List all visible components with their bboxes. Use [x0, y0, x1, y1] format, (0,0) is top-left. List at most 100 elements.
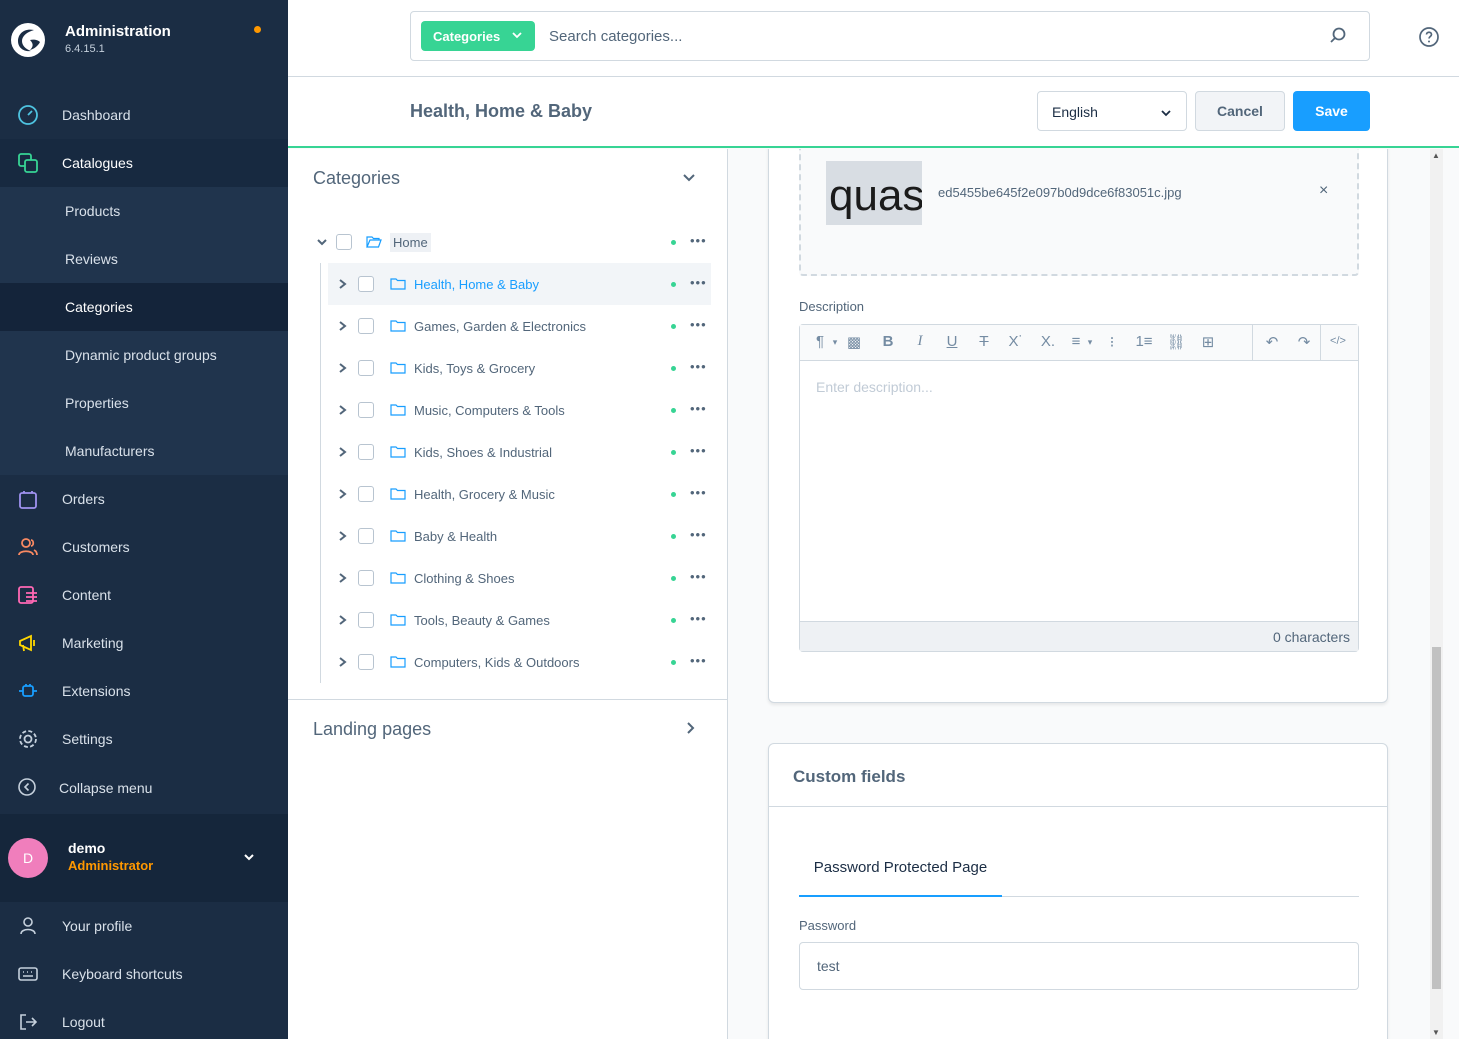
more-options-icon[interactable]: •••	[690, 275, 707, 290]
description-placeholder[interactable]: Enter description...	[816, 379, 933, 395]
notification-dot[interactable]	[254, 26, 261, 33]
tree-checkbox[interactable]	[358, 318, 374, 334]
sidebar-item-logout[interactable]: Logout	[0, 998, 288, 1039]
more-options-icon[interactable]: •••	[690, 485, 707, 500]
tree-item[interactable]: Health, Home & Baby •••	[328, 263, 711, 305]
language-select[interactable]: English	[1037, 91, 1187, 131]
sidebar-sub-categories[interactable]: Categories	[0, 283, 288, 331]
redo-icon[interactable]: ↷	[1294, 333, 1314, 351]
link-icon[interactable]: ⛓	[1166, 333, 1186, 351]
sidebar-sub-dynamic-product-groups[interactable]: Dynamic product groups	[0, 331, 288, 379]
chevron-right-icon[interactable]	[338, 488, 352, 500]
sidebar-item-your-profile[interactable]: Your profile	[0, 902, 288, 950]
tree-item[interactable]: Clothing & Shoes •••	[328, 557, 711, 599]
tree-checkbox[interactable]	[358, 654, 374, 670]
undo-icon[interactable]: ↶	[1262, 333, 1282, 351]
sidebar-item-orders[interactable]: Orders	[0, 475, 288, 523]
sidebar-item-dashboard[interactable]: Dashboard	[0, 91, 288, 139]
tree-checkbox[interactable]	[358, 276, 374, 292]
tab-password-protected-page[interactable]: Password Protected Page	[799, 839, 1002, 897]
content-scrollbar[interactable]: ▲ ▼	[1430, 149, 1443, 1039]
sidebar-sub-properties[interactable]: Properties	[0, 379, 288, 427]
search-input[interactable]	[549, 24, 1309, 48]
chevron-right-icon[interactable]	[338, 614, 352, 626]
search-icon[interactable]	[1329, 27, 1347, 48]
tree-checkbox[interactable]	[358, 486, 374, 502]
sidebar-sub-manufacturers[interactable]: Manufacturers	[0, 427, 288, 475]
chevron-right-icon[interactable]	[685, 721, 697, 738]
tree-checkbox[interactable]	[358, 528, 374, 544]
more-options-icon[interactable]: •••	[690, 359, 707, 374]
italic-icon[interactable]: I	[910, 333, 930, 350]
sidebar-item-settings[interactable]: Settings	[0, 715, 288, 763]
table-icon[interactable]: ⊞	[1198, 333, 1218, 351]
ordered-list-icon[interactable]: 1≡	[1134, 333, 1154, 350]
chevron-right-icon[interactable]	[338, 404, 352, 416]
more-options-icon[interactable]: •••	[690, 653, 707, 668]
sidebar-item-catalogues[interactable]: Catalogues	[0, 139, 288, 187]
cancel-button[interactable]: Cancel	[1195, 91, 1285, 131]
help-icon[interactable]	[1418, 26, 1440, 51]
sidebar-sub-reviews[interactable]: Reviews	[0, 235, 288, 283]
collapse-menu-button[interactable]: Collapse menu	[0, 766, 288, 810]
tree-item[interactable]: Tools, Beauty & Games •••	[328, 599, 711, 641]
media-dropzone[interactable]: quasi ed5455be645f2e097b0d9dce6f83051c.j…	[799, 149, 1359, 276]
tree-item[interactable]: Baby & Health •••	[328, 515, 711, 557]
unordered-list-icon[interactable]: ⁝	[1102, 333, 1122, 351]
sidebar-item-keyboard-shortcuts[interactable]: Keyboard shortcuts	[0, 950, 288, 998]
more-options-icon[interactable]: •••	[690, 233, 707, 248]
sidebar-item-marketing[interactable]: Marketing	[0, 619, 288, 667]
more-options-icon[interactable]: •••	[690, 611, 707, 626]
more-options-icon[interactable]: •••	[690, 569, 707, 584]
tree-checkbox[interactable]	[358, 612, 374, 628]
close-icon[interactable]: ×	[1319, 182, 1328, 200]
chevron-right-icon[interactable]	[338, 320, 352, 332]
tree-checkbox[interactable]	[358, 570, 374, 586]
landing-pages-heading[interactable]: Landing pages	[313, 719, 431, 740]
scroll-thumb[interactable]	[1432, 647, 1441, 989]
chevron-right-icon[interactable]	[338, 278, 352, 290]
save-button[interactable]: Save	[1293, 91, 1370, 131]
bold-icon[interactable]: B	[878, 333, 898, 350]
chevron-right-icon[interactable]	[338, 572, 352, 584]
more-options-icon[interactable]: •••	[690, 443, 707, 458]
tree-checkbox[interactable]	[358, 402, 374, 418]
chevron-right-icon[interactable]	[338, 362, 352, 374]
tree-item[interactable]: Kids, Toys & Grocery •••	[328, 347, 711, 389]
strikethrough-icon[interactable]: T	[974, 333, 994, 350]
tree-item[interactable]: Kids, Shoes & Industrial •••	[328, 431, 711, 473]
user-menu[interactable]: D demo Administrator	[0, 814, 288, 902]
sidebar-item-label: Dashboard	[62, 107, 131, 123]
chevron-down-icon[interactable]	[242, 850, 256, 867]
tree-item[interactable]: Games, Garden & Electronics •••	[328, 305, 711, 347]
scroll-up-icon[interactable]: ▲	[1432, 151, 1440, 160]
code-view-icon[interactable]: </>	[1328, 335, 1348, 347]
scroll-down-icon[interactable]: ▼	[1432, 1028, 1440, 1037]
sidebar-item-customers[interactable]: Customers	[0, 523, 288, 571]
more-options-icon[interactable]: •••	[690, 527, 707, 542]
tree-item[interactable]: Health, Grocery & Music •••	[328, 473, 711, 515]
chevron-right-icon[interactable]	[338, 530, 352, 542]
chevron-down-icon[interactable]	[316, 236, 330, 248]
tree-checkbox[interactable]	[358, 444, 374, 460]
background-color-icon[interactable]: ▩	[844, 333, 864, 351]
password-field[interactable]: test	[799, 942, 1359, 990]
superscript-icon[interactable]: X˙	[1006, 333, 1026, 350]
sidebar-item-content[interactable]: Content	[0, 571, 288, 619]
tree-checkbox[interactable]	[358, 360, 374, 376]
sidebar-sub-products[interactable]: Products	[0, 187, 288, 235]
tree-item[interactable]: Computers, Kids & Outdoors •••	[328, 641, 711, 683]
chevron-right-icon[interactable]	[338, 656, 352, 668]
search-type-dropdown[interactable]: Categories	[421, 21, 535, 51]
underline-icon[interactable]: U	[942, 333, 962, 350]
more-options-icon[interactable]: •••	[690, 317, 707, 332]
chevron-right-icon[interactable]	[338, 446, 352, 458]
sidebar-item-extensions[interactable]: Extensions	[0, 667, 288, 715]
subscript-icon[interactable]: X.	[1038, 333, 1058, 350]
more-options-icon[interactable]: •••	[690, 401, 707, 416]
tree-checkbox[interactable]	[336, 234, 352, 250]
tree-item[interactable]: Music, Computers & Tools •••	[328, 389, 711, 431]
shopware-logo-icon[interactable]	[10, 22, 46, 58]
tree-item-home[interactable]: Home •••	[310, 221, 720, 263]
chevron-down-icon[interactable]	[682, 171, 696, 188]
